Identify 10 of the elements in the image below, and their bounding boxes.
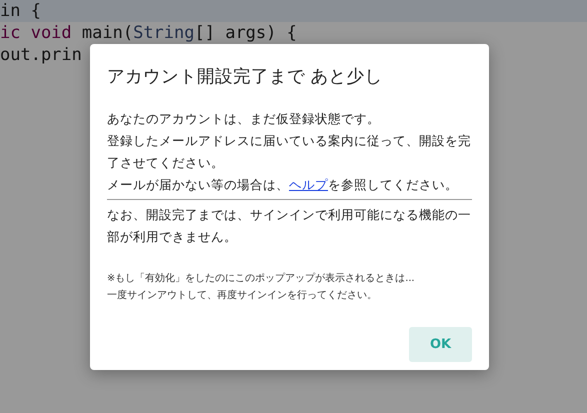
- message-text: あなたのアカウントは、まだ仮登録状態です。: [107, 110, 381, 128]
- footnote-text: 一度サインアウトして、再度サインインを行ってください。: [107, 288, 378, 303]
- code-line: out.prin: [0, 44, 83, 66]
- help-text: メールが届かない等の場合は、ヘルプを参照してください。: [107, 176, 459, 194]
- help-link[interactable]: ヘルプ: [289, 177, 328, 192]
- dialog-title: アカウント開設完了まで あと少し: [107, 66, 384, 88]
- notice-text: なお、開設完了までは、サインインで利用可能になる機能の一部が利用できません。: [107, 206, 472, 246]
- footnote-text: ※もし「有効化」をしたのにこのポップアップが表示されるときは...: [107, 272, 416, 286]
- code-line: ic void main(String[] args) {: [0, 22, 298, 44]
- message-text: 登録したメールアドレスに届いている案内に従って、開設を完了させてください。: [107, 132, 472, 172]
